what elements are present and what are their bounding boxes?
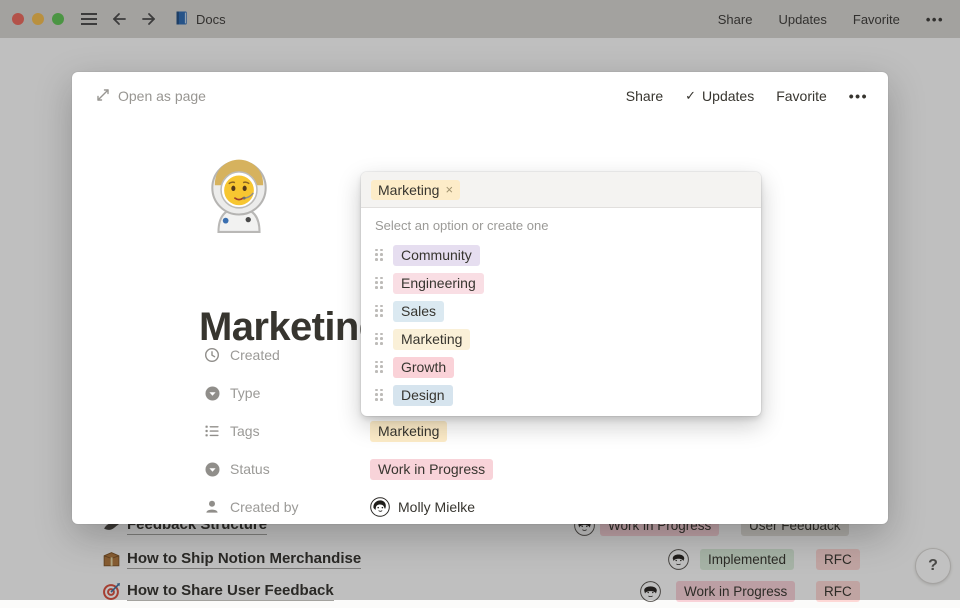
selected-tag-label: Marketing [378, 182, 439, 198]
favorite-button[interactable]: Favorite [776, 88, 827, 104]
property-label: Tags [230, 423, 260, 439]
page-emoji-woman-astronaut[interactable] [200, 156, 278, 234]
drag-handle-icon[interactable] [375, 277, 383, 290]
tag-marketing[interactable]: Marketing [370, 421, 447, 442]
avatar-molly-mielke [370, 497, 390, 517]
select-icon [204, 385, 220, 401]
property-row-created-by[interactable]: Created by Molly Mielke [204, 488, 764, 526]
modal-actions: Share ✓ Updates Favorite ••• [626, 88, 868, 104]
tag-select-dropdown: Marketing × Select an option or create o… [361, 172, 761, 416]
check-icon: ✓ [685, 88, 696, 104]
status-work-in-progress[interactable]: Work in Progress [370, 459, 493, 480]
property-label: Type [230, 385, 260, 401]
dropdown-options: Community Engineering Sales Marketing Gr… [361, 239, 761, 416]
tag-option: Community [393, 245, 480, 266]
tag-option: Marketing [393, 329, 470, 350]
created-by-value[interactable]: Molly Mielke [370, 497, 475, 517]
more-options-icon[interactable]: ••• [849, 88, 868, 104]
dropdown-option-sales[interactable]: Sales [361, 297, 761, 325]
person-icon [204, 499, 220, 515]
tag-option: Sales [393, 301, 444, 322]
dropdown-option-engineering[interactable]: Engineering [361, 269, 761, 297]
clock-icon [204, 347, 220, 363]
property-label: Status [230, 461, 270, 477]
dropdown-option-marketing[interactable]: Marketing [361, 325, 761, 353]
open-as-page-label: Open as page [118, 88, 206, 104]
updates-button[interactable]: ✓ Updates [685, 88, 754, 104]
dropdown-option-community[interactable]: Community [361, 241, 761, 269]
notion-app-window: Docs Share Updates Favorite ••• Feedback… [0, 0, 960, 600]
drag-handle-icon[interactable] [375, 249, 383, 262]
dropdown-option-growth[interactable]: Growth [361, 353, 761, 381]
modal-header: Open as page Share ✓ Updates Favorite ••… [72, 72, 888, 120]
property-row-status[interactable]: Status Work in Progress [204, 450, 764, 488]
list-icon [204, 423, 220, 439]
drag-handle-icon[interactable] [375, 389, 383, 402]
tag-input[interactable]: Marketing × [361, 172, 761, 208]
tag-option: Engineering [393, 273, 484, 294]
property-label: Created [230, 347, 280, 363]
drag-handle-icon[interactable] [375, 333, 383, 346]
drag-handle-icon[interactable] [375, 361, 383, 374]
selected-tag-chip[interactable]: Marketing × [371, 180, 460, 200]
property-row-tags[interactable]: Tags Marketing [204, 412, 764, 450]
tag-option: Design [393, 385, 453, 406]
drag-handle-icon[interactable] [375, 305, 383, 318]
remove-tag-icon[interactable]: × [445, 183, 453, 196]
dropdown-hint: Select an option or create one [361, 208, 761, 239]
expand-diagonal-icon [96, 88, 110, 105]
created-by-name: Molly Mielke [398, 499, 475, 515]
dropdown-option-design[interactable]: Design [361, 381, 761, 409]
updates-label: Updates [702, 88, 754, 104]
open-as-page-button[interactable]: Open as page [90, 87, 212, 106]
tag-option: Growth [393, 357, 454, 378]
share-button[interactable]: Share [626, 88, 663, 104]
select-icon [204, 461, 220, 477]
property-label: Created by [230, 499, 298, 515]
